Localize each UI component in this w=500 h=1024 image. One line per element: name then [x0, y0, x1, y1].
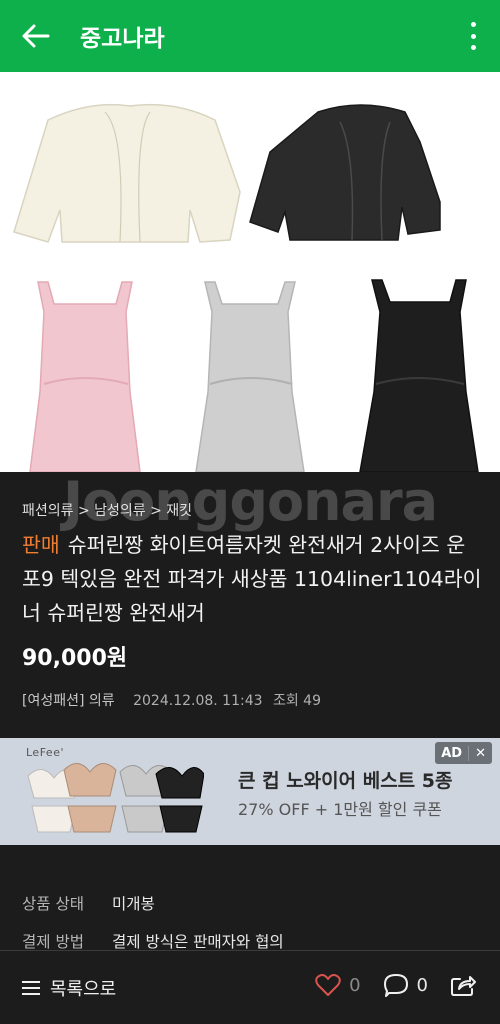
product-title-block: 판매 슈퍼린짱 화이트여름자켓 완전새거 2사이즈 운포9 텍있음 완전 파격가 … [22, 528, 482, 630]
detail-label: 상품 상태 [22, 895, 84, 913]
back-button[interactable] [0, 0, 72, 72]
post-date: 2024.12.08. 11:43 [133, 693, 263, 709]
bra-black-icon [155, 767, 204, 799]
status-badge: 판매 [22, 533, 60, 557]
ad-title: 큰 컵 노와이어 베스트 5종 [238, 770, 453, 792]
detail-label: 결제 방법 [22, 933, 84, 951]
menu-icon [22, 980, 40, 995]
page-title: 중고나라 [80, 26, 165, 52]
share-button[interactable] [450, 973, 476, 997]
dot-icon [470, 33, 476, 39]
product-image[interactable] [0, 72, 500, 472]
product-price: 90,000원 [22, 646, 128, 671]
comment-button[interactable]: 0 [383, 973, 428, 997]
detail-value: 결제 방식은 판매자와 협의 [112, 933, 284, 951]
product-meta: [여성패션] 의류 2024.12.08. 11:43 조회 49 [22, 690, 482, 710]
app-header: 중고나라 [0, 0, 500, 72]
detail-row-condition: 상품 상태 미개봉 [22, 884, 482, 922]
back-to-list-button[interactable]: 목록으로 [22, 975, 116, 1001]
comment-count: 0 [416, 974, 428, 996]
like-button[interactable]: 0 [315, 973, 361, 997]
ad-product-image [27, 763, 204, 833]
arrow-left-icon [22, 24, 50, 48]
share-icon [451, 976, 476, 996]
bottom-action-bar: 목록으로 0 0 [0, 950, 500, 1024]
like-count: 0 [349, 974, 361, 996]
back-to-list-label: 목록으로 [50, 978, 117, 1000]
product-info: 패션의류 > 남성의류 > 재킷 판매 슈퍼린짱 화이트여름자켓 완전새거 2사이… [22, 500, 482, 710]
breadcrumb[interactable]: 패션의류 > 남성의류 > 재킷 [22, 500, 482, 520]
ad-label: AD [441, 745, 463, 761]
product-category[interactable]: [여성패션] 의류 [22, 693, 115, 709]
product-title: 슈퍼린짱 화이트여름자켓 완전새거 2사이즈 운포9 텍있음 완전 파격가 새상… [22, 533, 482, 625]
product-photo-illustration [13, 103, 479, 472]
heart-icon [315, 974, 341, 996]
close-ad-button[interactable]: ✕ [468, 745, 492, 761]
action-group: 0 0 [293, 973, 476, 997]
ad-banner[interactable]: LeFee' AD ✕ 큰 컵 노와이어 베스트 5종 27% OFF + 1만… [0, 738, 500, 845]
more-options-button[interactable] [468, 22, 478, 50]
product-details: 상품 상태 미개봉 결제 방법 결제 방식은 판매자와 협의 [22, 884, 482, 960]
dot-icon [470, 22, 476, 27]
comment-icon [383, 974, 408, 997]
view-count: 조회 49 [272, 693, 321, 709]
bra-beige-icon [63, 763, 117, 797]
detail-value: 미개봉 [112, 895, 155, 913]
dot-icon [470, 45, 476, 50]
ad-badge: AD ✕ [435, 742, 492, 764]
ad-subtitle: 27% OFF + 1만원 할인 쿠폰 [238, 800, 442, 819]
